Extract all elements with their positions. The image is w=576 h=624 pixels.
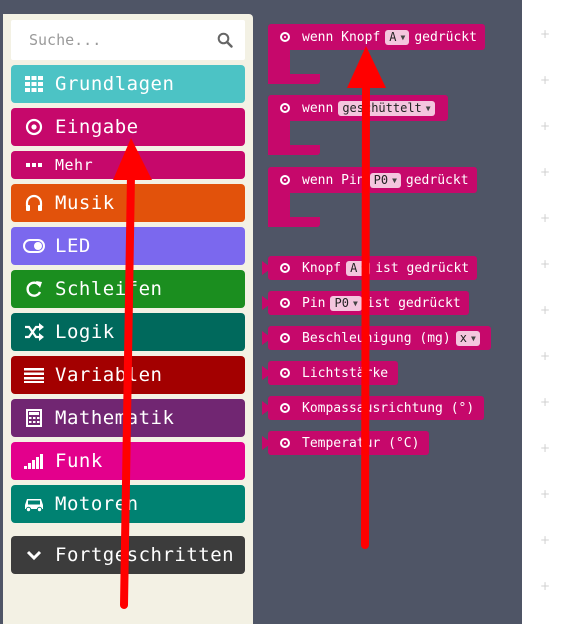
search-icon[interactable]: [217, 32, 233, 48]
category-funk[interactable]: Funk: [11, 442, 245, 480]
gesture-dropdown[interactable]: geschüttelt ▼: [338, 100, 435, 116]
category-label: Grundlagen: [55, 73, 175, 95]
pin-dropdown[interactable]: P0 ▼: [330, 295, 362, 311]
toggle-icon: [23, 235, 45, 257]
shuffle-icon: [23, 321, 45, 343]
category-label: Mehr: [55, 156, 94, 174]
car-icon: [23, 493, 45, 515]
button-dropdown[interactable]: A ▼: [385, 29, 410, 45]
target-icon: [280, 368, 290, 378]
target-icon: [280, 438, 290, 448]
more-icon: [23, 154, 45, 176]
loop-icon: [23, 278, 45, 300]
category-label: Schleifen: [55, 278, 163, 300]
category-eingabe[interactable]: Eingabe: [11, 108, 245, 146]
category-musik[interactable]: Musik: [11, 184, 245, 222]
headphones-icon: [23, 192, 45, 214]
target-icon: [280, 298, 290, 308]
category-mathematik[interactable]: Mathematik: [11, 399, 245, 437]
search-input[interactable]: [27, 30, 211, 50]
axis-dropdown[interactable]: x ▼: [455, 330, 480, 346]
category-label: LED: [55, 235, 91, 257]
grid-icon: [23, 73, 45, 95]
category-label: Musik: [55, 192, 115, 214]
target-icon: [23, 116, 45, 138]
target-icon: [280, 175, 290, 185]
target-icon: [280, 103, 290, 113]
category-grundlagen[interactable]: Grundlagen: [11, 65, 245, 103]
category-logik[interactable]: Logik: [11, 313, 245, 351]
top-strip: [0, 0, 576, 14]
list-icon: [23, 364, 45, 386]
toolbox-panel: Grundlagen Eingabe Mehr Musik LED Schlei…: [3, 14, 253, 624]
target-icon: [280, 403, 290, 413]
category-fortgeschritten[interactable]: Fortgeschritten: [11, 536, 245, 574]
target-icon: [280, 263, 290, 273]
category-label: Logik: [55, 321, 115, 343]
pin-dropdown[interactable]: P0 ▼: [369, 172, 401, 188]
button-dropdown[interactable]: A ▼: [346, 260, 371, 276]
category-label: Eingabe: [55, 116, 139, 138]
category-variablen[interactable]: Variablen: [11, 356, 245, 394]
category-led[interactable]: LED: [11, 227, 245, 265]
target-icon: [280, 32, 290, 42]
calculator-icon: [23, 407, 45, 429]
category-motoren[interactable]: Motoren: [11, 485, 245, 523]
category-label: Variablen: [55, 364, 163, 386]
chevron-down-icon: [23, 544, 45, 566]
target-icon: [280, 333, 290, 343]
signal-icon: [23, 450, 45, 472]
category-label: Motoren: [55, 493, 139, 515]
category-schleifen[interactable]: Schleifen: [11, 270, 245, 308]
category-label: Fortgeschritten: [55, 544, 235, 566]
search-box[interactable]: [11, 20, 245, 60]
workspace-canvas[interactable]: + + + + + + + + + + + + +: [522, 9, 576, 624]
category-label: Funk: [55, 450, 103, 472]
category-mehr[interactable]: Mehr: [11, 151, 245, 179]
category-label: Mathematik: [55, 407, 175, 429]
